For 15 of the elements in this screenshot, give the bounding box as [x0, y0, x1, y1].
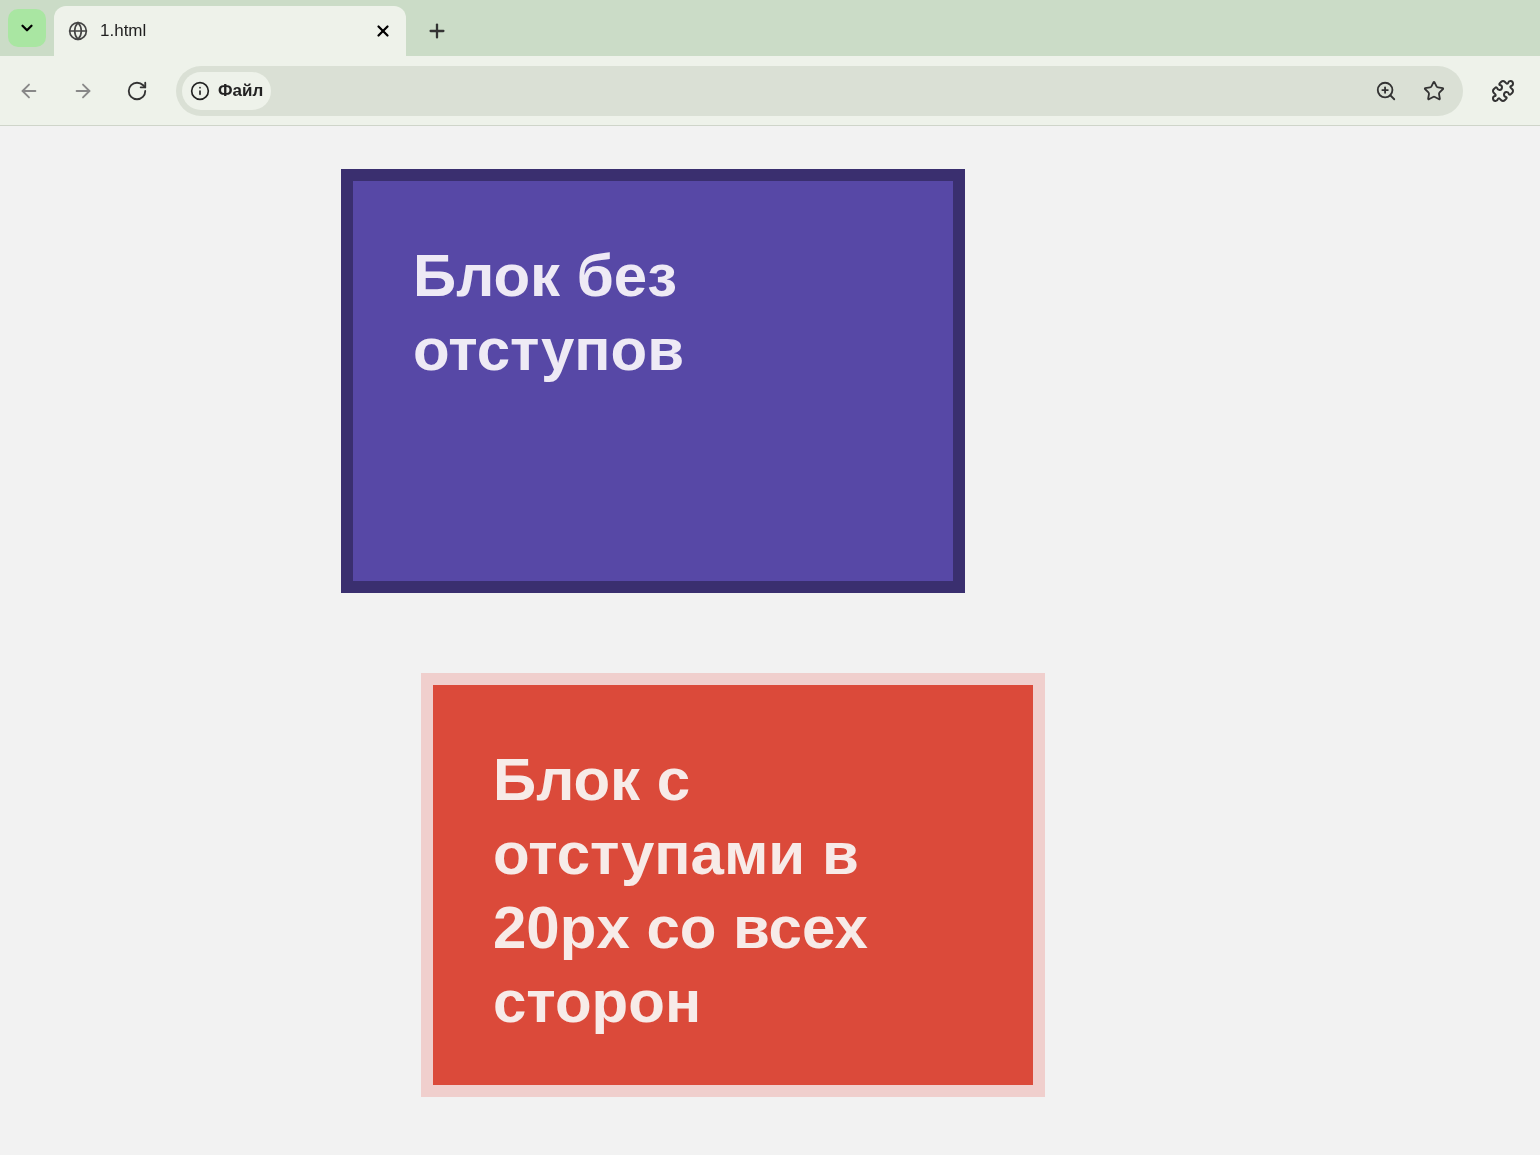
extensions-icon[interactable] [1491, 78, 1515, 103]
zoom-icon[interactable] [1375, 79, 1397, 102]
info-icon [190, 80, 210, 101]
reload-icon[interactable] [126, 79, 148, 102]
globe-icon [68, 21, 88, 41]
tab-title: 1.html [100, 20, 148, 43]
close-icon[interactable] [374, 22, 392, 40]
tab-list-button[interactable] [8, 9, 46, 47]
block-text: Блок с отступами в 20px со всех сторон [493, 745, 869, 1037]
block-text: Блок без отступов [413, 241, 686, 385]
address-bar[interactable]: Файл [176, 65, 1463, 116]
site-info-chip[interactable]: Файл [182, 71, 272, 110]
star-icon[interactable] [1423, 79, 1445, 102]
browser-tab[interactable]: 1.html [54, 6, 406, 56]
chip-label: Файл [218, 79, 264, 102]
